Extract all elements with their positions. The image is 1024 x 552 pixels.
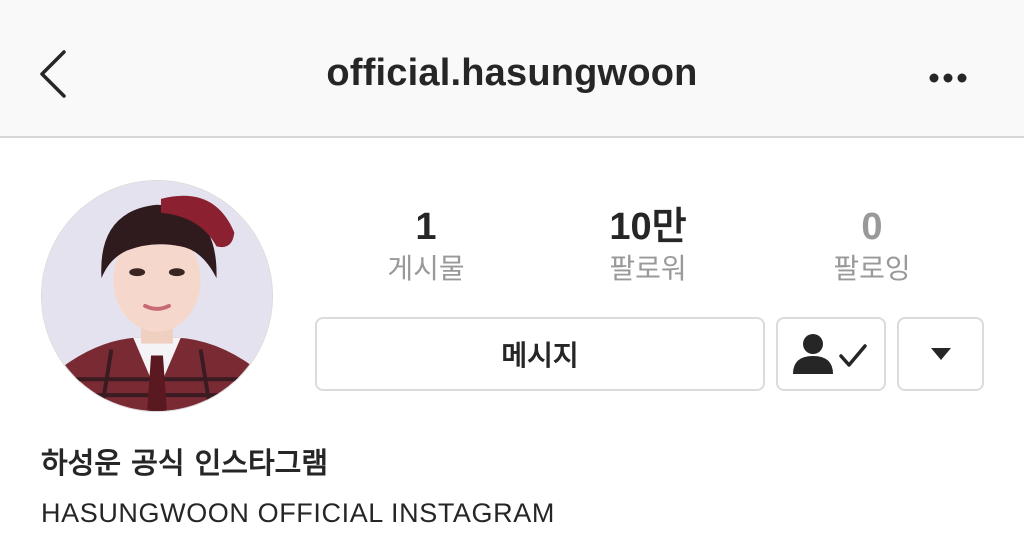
avatar-image bbox=[42, 181, 272, 411]
profile-name: 하성운 공식 인스타그램 bbox=[41, 446, 328, 480]
following-label: 팔로잉 bbox=[833, 252, 911, 285]
profile-avatar[interactable] bbox=[41, 180, 273, 412]
suggestions-dropdown-button[interactable] bbox=[897, 317, 984, 391]
more-options-button[interactable] bbox=[924, 68, 972, 88]
following-count: 0 bbox=[861, 206, 883, 248]
more-horizontal-icon bbox=[929, 73, 967, 83]
followers-stat[interactable]: 10만 팔로워 bbox=[558, 205, 738, 287]
message-button[interactable]: 메시지 bbox=[315, 317, 765, 391]
followers-count: 10만 bbox=[609, 206, 687, 248]
person-check-icon bbox=[793, 334, 867, 374]
posts-label: 게시물 bbox=[387, 252, 465, 285]
top-bar: official.hasungwoon bbox=[0, 0, 1024, 138]
profile-bio: HASUNGWOON OFFICIAL INSTAGRAM bbox=[41, 498, 555, 528]
posts-count: 1 bbox=[415, 206, 437, 248]
page-title: official.hasungwoon bbox=[326, 52, 698, 94]
posts-stat[interactable]: 1 게시물 bbox=[336, 205, 516, 287]
triangle-down-icon bbox=[930, 348, 951, 360]
followers-label: 팔로워 bbox=[609, 252, 687, 285]
following-stat[interactable]: 0 팔로잉 bbox=[782, 205, 962, 287]
following-button[interactable] bbox=[776, 317, 886, 391]
